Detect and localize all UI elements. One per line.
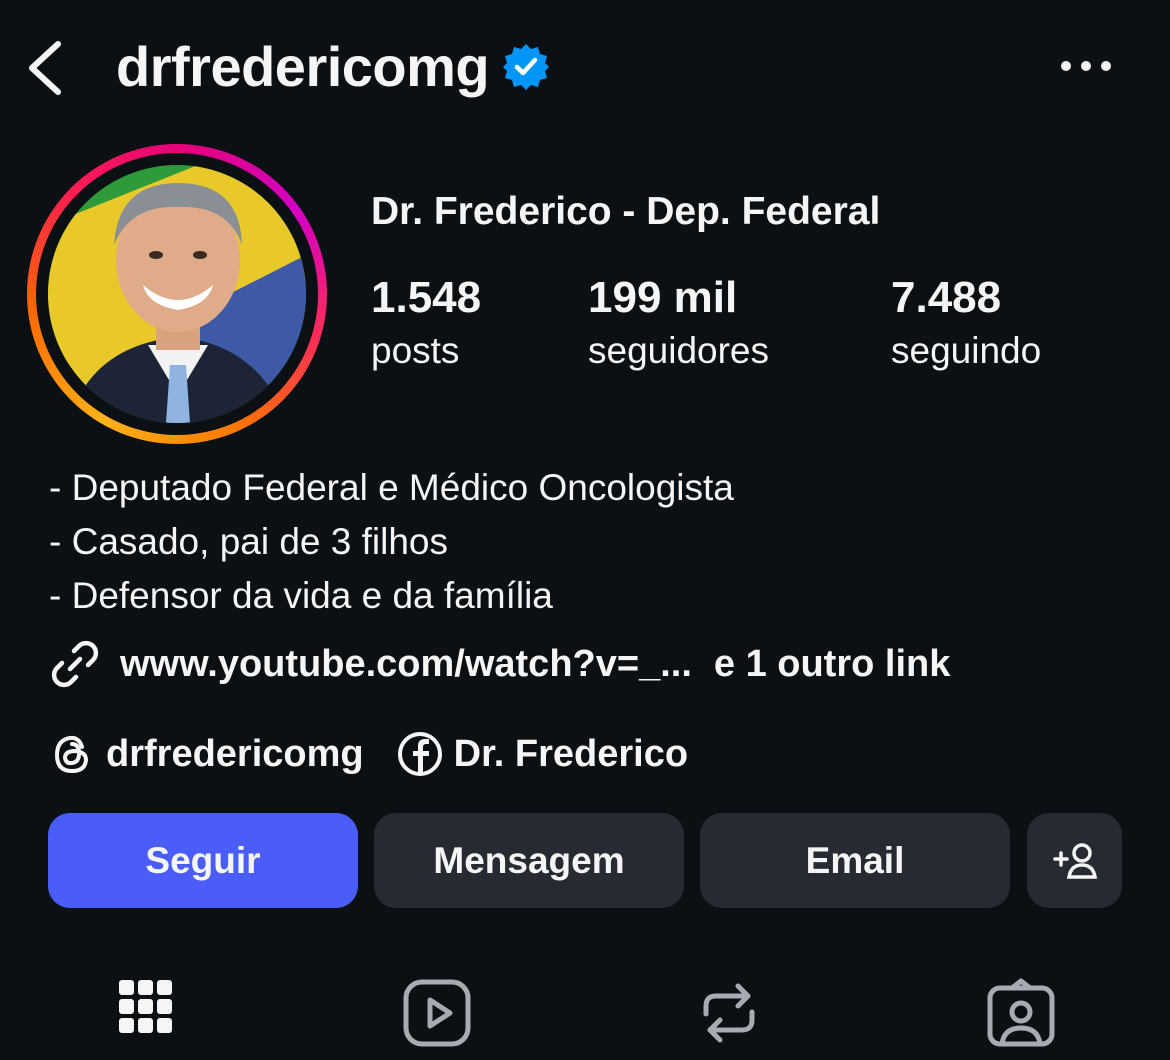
suggest-accounts-button[interactable] [1027, 813, 1122, 908]
profile-avatar[interactable] [48, 165, 306, 423]
stat-label: seguindo [891, 330, 1042, 371]
more-horizontal-icon [1061, 61, 1111, 71]
stat-following[interactable]: 7.488 seguindo [891, 273, 1042, 371]
more-options-button[interactable] [1058, 50, 1114, 82]
facebook-link[interactable]: Dr. Frederico [454, 733, 688, 776]
verified-badge-icon [501, 42, 551, 92]
username-title: drfredericomg [116, 35, 490, 98]
stat-value: 1.548 [371, 273, 482, 322]
tab-reposts[interactable] [694, 978, 764, 1048]
chevron-left-icon [29, 41, 61, 95]
social-links: drfredericomg Dr. Frederico [48, 726, 688, 782]
link-icon [51, 640, 99, 688]
tab-grid[interactable] [110, 978, 180, 1048]
link-url[interactable]: www.youtube.com/watch?v=_... [120, 643, 692, 686]
display-name: Dr. Frederico - Dep. Federal [371, 190, 881, 233]
reposts-icon [703, 983, 755, 1043]
stat-label: posts [371, 330, 460, 371]
stat-followers[interactable]: 199 mil seguidores [588, 273, 770, 371]
email-button[interactable]: Email [700, 813, 1010, 908]
bio: - Deputado Federal e Médico Oncologista … [49, 461, 734, 623]
tab-reels[interactable] [402, 978, 472, 1048]
stat-value: 199 mil [588, 273, 738, 322]
tab-tagged[interactable] [986, 978, 1056, 1048]
bio-line: - Casado, pai de 3 filhos [49, 521, 449, 562]
threads-link[interactable]: drfredericomg [106, 733, 364, 776]
stat-label: seguidores [588, 330, 770, 371]
grid-icon [119, 980, 172, 1033]
threads-icon [54, 735, 89, 774]
back-button[interactable] [22, 36, 72, 100]
bio-line: - Defensor da vida e da família [49, 575, 553, 616]
facebook-icon [397, 732, 442, 776]
bio-link[interactable]: www.youtube.com/watch?v=_... e 1 outro l… [48, 636, 950, 692]
reels-icon [403, 979, 471, 1047]
follow-button[interactable]: Seguir [48, 813, 358, 908]
stat-posts[interactable]: 1.548 posts [371, 273, 482, 371]
add-person-icon [1052, 842, 1097, 879]
more-links[interactable]: e 1 outro link [714, 643, 950, 686]
bio-line: - Deputado Federal e Médico Oncologista [49, 467, 734, 508]
message-button[interactable]: Mensagem [374, 813, 684, 908]
tagged-icon [987, 978, 1055, 1047]
stat-value: 7.488 [891, 273, 1002, 322]
profile-header: drfredericomg [116, 32, 551, 102]
